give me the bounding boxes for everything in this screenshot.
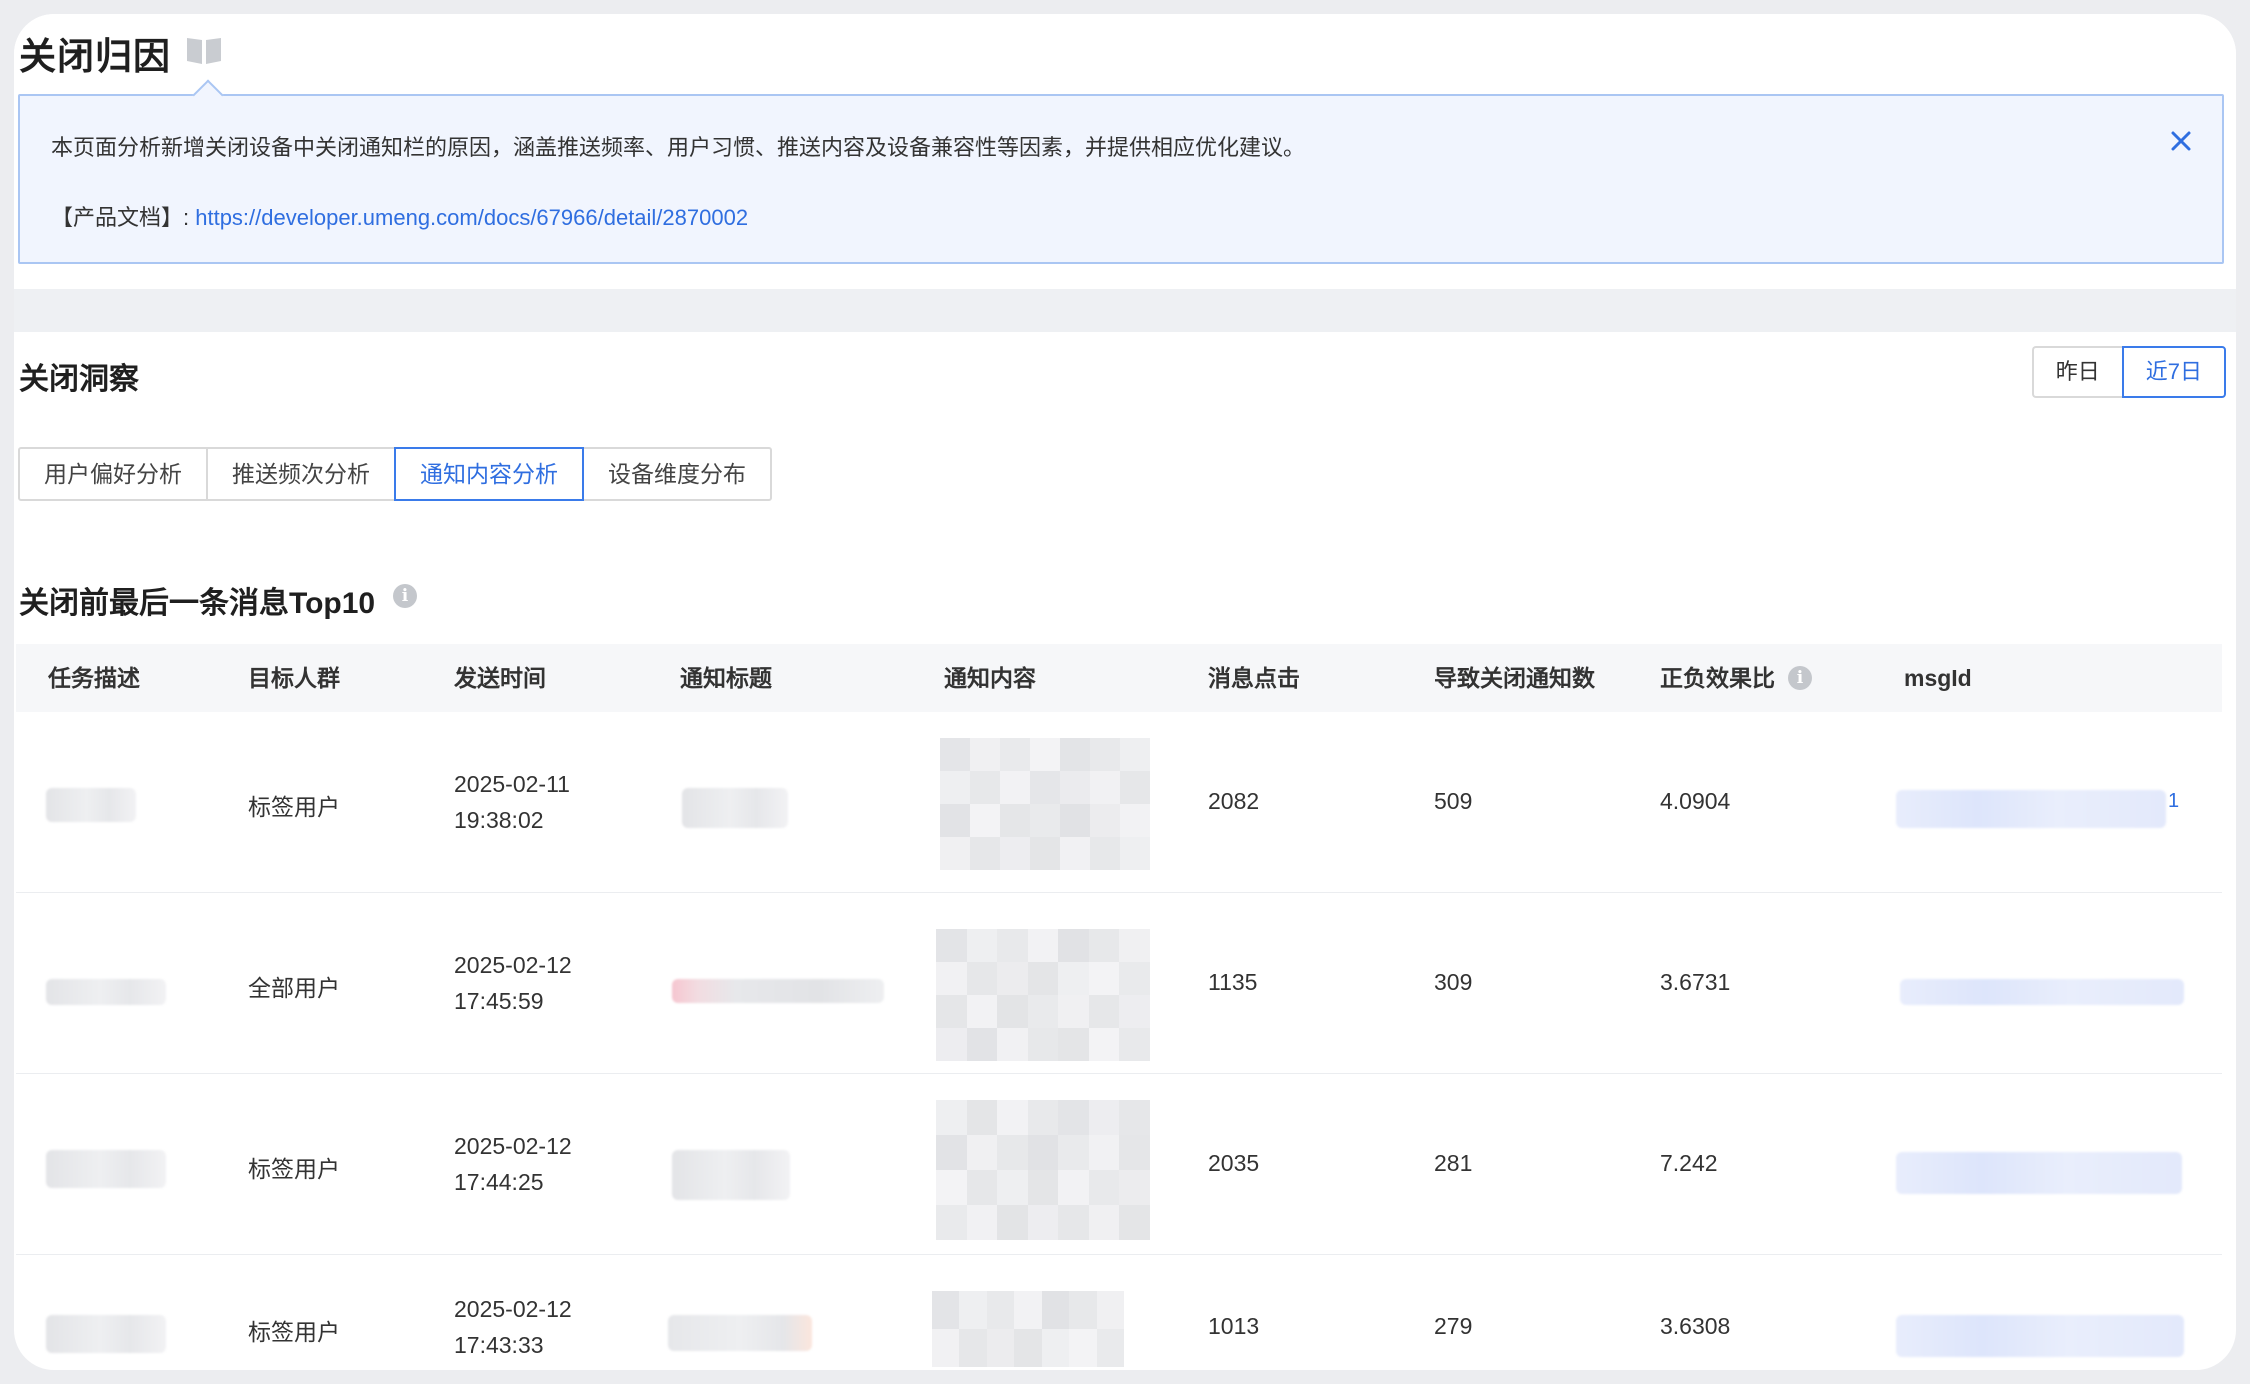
title-redacted	[668, 1315, 812, 1351]
table-header: 任务描述 目标人群 发送时间 通知标题 通知内容 消息点击 导致关闭通知数 正负…	[16, 644, 2222, 712]
table-row: 标签用户 2025-02-12 17:43:33 1013 279 3.6308	[16, 1255, 2222, 1370]
send-time-cell: 2025-02-12 17:44:25	[454, 1128, 572, 1200]
messages-table: 任务描述 目标人群 发送时间 通知标题 通知内容 消息点击 导致关闭通知数 正负…	[16, 644, 2222, 1370]
notice-banner: 本页面分析新增关闭设备中关闭通知栏的原因，涵盖推送频率、用户习惯、推送内容及设备…	[18, 79, 2224, 264]
ratio-cell: 3.6308	[1660, 1313, 1731, 1339]
title-redacted	[672, 979, 884, 1003]
table-row: 全部用户 2025-02-12 17:45:59 1135 309 3.6731	[16, 893, 2222, 1074]
col-clicks[interactable]: 消息点击	[1208, 644, 1300, 712]
table-title-text: 关闭前最后一条消息Top10	[19, 587, 376, 620]
send-time: 19:38:02	[454, 807, 544, 833]
closes-cell: 279	[1434, 1313, 1473, 1339]
closes-cell: 509	[1434, 788, 1473, 814]
col-audience[interactable]: 目标人群	[248, 644, 340, 712]
task-desc-redacted	[46, 1150, 166, 1188]
send-time: 17:45:59	[454, 988, 544, 1014]
send-time-cell: 2025-02-12 17:43:33	[454, 1291, 572, 1363]
col-notice-content[interactable]: 通知内容	[944, 644, 1036, 712]
msgid-redacted[interactable]	[1896, 1315, 2184, 1357]
send-date: 2025-02-12	[454, 1296, 572, 1322]
col-closes[interactable]: 导致关闭通知数	[1434, 644, 1595, 712]
task-desc-redacted	[46, 979, 166, 1005]
msgid-redacted[interactable]	[1896, 790, 2166, 828]
content-redacted	[936, 1100, 1150, 1240]
task-desc-redacted	[46, 1315, 166, 1353]
col-ratio[interactable]: 正负效果比	[1660, 644, 1775, 712]
closes-cell: 281	[1434, 1150, 1473, 1176]
header-card: 关闭归因 本页面分析新增关闭设备中关闭通知栏的原因，涵盖推送频率、用户习惯、推送…	[14, 14, 2236, 289]
notice-doc-line: 【产品文档】: https://developer.umeng.com/docs…	[51, 200, 748, 232]
col-notice-title[interactable]: 通知标题	[680, 644, 772, 712]
title-redacted	[682, 788, 788, 828]
msgid-redacted[interactable]	[1896, 1152, 2182, 1194]
content-redacted	[936, 929, 1150, 1061]
clicks-cell: 2082	[1208, 788, 1260, 814]
tab-device-distribution[interactable]: 设备维度分布	[582, 447, 772, 501]
notice-arrow	[192, 79, 224, 111]
ratio-cell: 4.0904	[1660, 788, 1731, 814]
page-title: 关闭归因	[19, 36, 171, 77]
col-send-time[interactable]: 发送时间	[454, 644, 546, 712]
info-icon[interactable]: i	[393, 584, 417, 608]
task-desc-redacted	[46, 788, 136, 822]
send-date: 2025-02-12	[454, 952, 572, 978]
send-date: 2025-02-12	[454, 1133, 572, 1159]
table-title: 关闭前最后一条消息Top10 i	[19, 578, 417, 622]
content-redacted	[940, 738, 1150, 870]
title-redacted	[672, 1150, 790, 1200]
table-row: 标签用户 2025-02-12 17:44:25 2035 281 7.242	[16, 1074, 2222, 1255]
audience-cell: 标签用户	[248, 1156, 340, 1182]
doc-link[interactable]: https://developer.umeng.com/docs/67966/d…	[195, 205, 748, 230]
doc-label: 【产品文档】:	[51, 205, 196, 230]
msgid-redacted[interactable]	[1900, 979, 2184, 1005]
analysis-tabs: 用户偏好分析 推送频次分析 通知内容分析 设备维度分布	[18, 447, 772, 501]
col-task-desc[interactable]: 任务描述	[48, 644, 140, 712]
content-redacted	[932, 1291, 1124, 1367]
tab-user-preference[interactable]: 用户偏好分析	[18, 447, 208, 501]
audience-cell: 标签用户	[248, 1319, 340, 1345]
closes-cell: 309	[1434, 969, 1473, 995]
table-row: 标签用户 2025-02-11 19:38:02 2082 509 4.0904…	[16, 712, 2222, 893]
send-date: 2025-02-11	[454, 771, 570, 797]
clicks-cell: 2035	[1208, 1150, 1260, 1176]
notice-text: 本页面分析新增关闭设备中关闭通知栏的原因，涵盖推送频率、用户习惯、推送内容及设备…	[51, 135, 1306, 160]
tab-content-analysis[interactable]: 通知内容分析	[394, 447, 584, 501]
tab-push-frequency[interactable]: 推送频次分析	[206, 447, 396, 501]
audience-cell: 全部用户	[248, 975, 340, 1001]
ratio-info-icon[interactable]: i	[1788, 666, 1812, 690]
send-time: 17:43:33	[454, 1332, 544, 1358]
send-time-cell: 2025-02-11 19:38:02	[454, 766, 570, 838]
date-range-toggle: 昨日 近7日	[2031, 346, 2226, 398]
clicks-cell: 1013	[1208, 1313, 1260, 1339]
app-frame: 关闭归因 本页面分析新增关闭设备中关闭通知栏的原因，涵盖推送频率、用户习惯、推送…	[14, 14, 2236, 1370]
ratio-cell: 7.242	[1660, 1150, 1718, 1176]
send-time-cell: 2025-02-12 17:45:59	[454, 947, 572, 1019]
clicks-cell: 1135	[1208, 969, 1258, 995]
range-yesterday-button[interactable]: 昨日	[2031, 346, 2122, 398]
send-time: 17:44:25	[454, 1169, 544, 1195]
col-msgid[interactable]: msgId	[1904, 644, 1972, 712]
range-7days-button[interactable]: 近7日	[2121, 346, 2226, 398]
section-title: 关闭洞察	[19, 363, 139, 396]
book-icon[interactable]	[185, 34, 223, 66]
ratio-cell: 3.6731	[1660, 969, 1731, 995]
close-icon[interactable]	[2168, 128, 2194, 154]
audience-cell: 标签用户	[248, 794, 340, 820]
section-divider	[14, 289, 2236, 332]
msgid-link-tail[interactable]: 1	[2168, 790, 2179, 813]
